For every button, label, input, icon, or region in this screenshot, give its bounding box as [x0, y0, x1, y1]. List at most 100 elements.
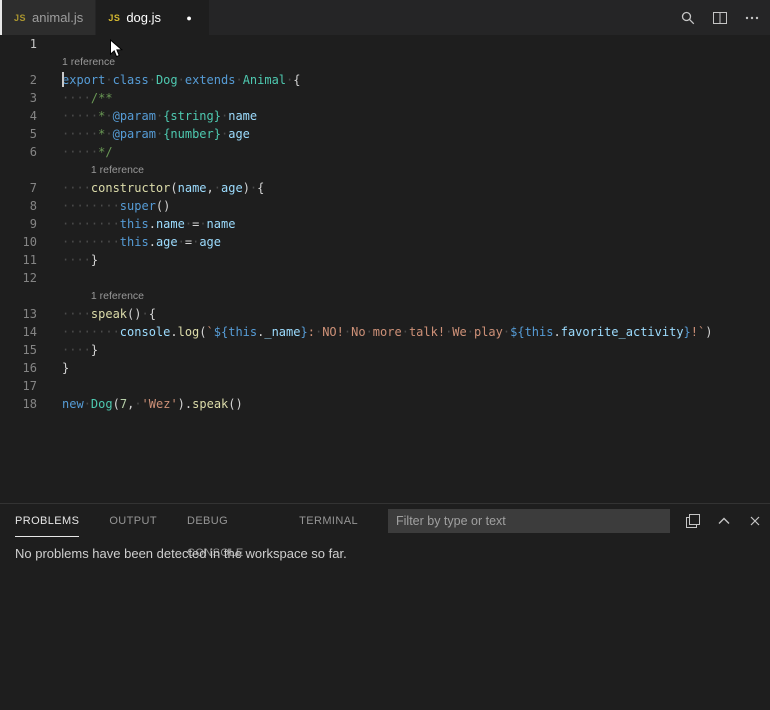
line-number[interactable]: 6 [0, 143, 37, 161]
panel-header: PROBLEMS OUTPUT DEBUG CONSOLE TERMINAL [0, 504, 770, 537]
text-cursor [62, 72, 64, 87]
code-line[interactable]: export·class·Dog·extends·Animal·{ [37, 71, 301, 89]
code-token: ···· [62, 343, 91, 357]
search-icon[interactable] [680, 10, 696, 26]
panel-tab-debug-console[interactable]: DEBUG CONSOLE [187, 505, 269, 537]
collapse-all-icon[interactable] [685, 513, 701, 529]
line-number[interactable]: 11 [0, 251, 37, 269]
code-line[interactable]: ····} [37, 341, 98, 359]
code-token: } [300, 325, 307, 339]
tab-label: dog.js [126, 10, 161, 25]
close-panel-icon[interactable] [747, 513, 763, 529]
code-line[interactable]: ·····*/ [37, 143, 113, 161]
code-token: · [105, 73, 112, 87]
window-edge-highlight [0, 0, 2, 35]
code-token: () [156, 199, 170, 213]
line-number[interactable]: 7 [0, 179, 37, 197]
code-token: !` [691, 325, 705, 339]
panel-tab-output[interactable]: OUTPUT [109, 505, 157, 537]
code-token: · [149, 73, 156, 87]
code-line[interactable]: new·Dog(7,·'Wez').speak() [37, 395, 243, 413]
code-token: ···· [62, 181, 91, 195]
line-number[interactable]: 1 [0, 35, 37, 53]
line-number[interactable]: 4 [0, 107, 37, 125]
code-line[interactable]: ········console.log(`${this._name}:·NO!·… [37, 323, 712, 341]
code-token: ( [199, 325, 206, 339]
code-editor[interactable]: 1 1 reference 2export·class·Dog·extends·An… [0, 35, 770, 503]
codelens-reference-link[interactable]: 1 reference [62, 53, 115, 71]
code-token: speak [192, 397, 228, 411]
code-token: console [120, 325, 171, 339]
problems-filter-input[interactable] [388, 509, 670, 533]
code-token: ( [113, 397, 120, 411]
code-token: · [178, 73, 185, 87]
panel-tab-problems[interactable]: PROBLEMS [15, 505, 79, 537]
code-token: _name [264, 325, 300, 339]
code-token: ····· [62, 145, 98, 159]
code-token: ····· [62, 127, 98, 141]
line-number[interactable]: 13 [0, 305, 37, 323]
maximize-panel-chevron-up-icon[interactable] [716, 513, 732, 529]
code-token: this [120, 217, 149, 231]
line-number[interactable]: 3 [0, 89, 37, 107]
line-number[interactable]: 8 [0, 197, 37, 215]
code-token: extends [185, 73, 236, 87]
line-number[interactable] [0, 53, 37, 71]
code-line[interactable] [37, 35, 62, 53]
code-line[interactable]: ····} [37, 251, 98, 269]
code-token: favorite_activity [561, 325, 684, 339]
code-line[interactable] [37, 269, 62, 287]
tab-label: animal.js [32, 10, 83, 25]
code-token: · [214, 181, 221, 195]
code-token: · [199, 217, 206, 231]
code-token: super [120, 199, 156, 213]
line-number[interactable]: 9 [0, 215, 37, 233]
code-line[interactable] [37, 377, 62, 395]
line-number[interactable]: 2 [0, 71, 37, 89]
line-number[interactable]: 12 [0, 269, 37, 287]
problems-empty-message: No problems have been detected in the wo… [0, 537, 770, 570]
code-token: . [553, 325, 560, 339]
panel-tab-terminal[interactable]: TERMINAL [299, 505, 358, 537]
code-token: We [452, 325, 466, 339]
code-token: · [402, 325, 409, 339]
code-line[interactable]: ········this.age·=·age [37, 233, 221, 251]
line-number[interactable]: 14 [0, 323, 37, 341]
line-number[interactable]: 15 [0, 341, 37, 359]
line-number[interactable]: 18 [0, 395, 37, 413]
code-token: ········ [62, 235, 120, 249]
tab-dog-js[interactable]: JS dog.js ● [96, 0, 209, 35]
code-line[interactable]: } [37, 359, 69, 377]
codelens-reference-link[interactable]: 1 reference [91, 287, 144, 305]
line-number[interactable]: 5 [0, 125, 37, 143]
line-number[interactable]: 17 [0, 377, 37, 395]
line-number[interactable]: 16 [0, 359, 37, 377]
code-token: @param [113, 127, 156, 141]
more-actions-icon[interactable] [744, 10, 760, 26]
code-token: ···· [62, 307, 91, 321]
code-rows: 1 1 reference 2export·class·Dog·extends·An… [0, 35, 770, 413]
code-token: */ [98, 145, 112, 159]
code-line[interactable]: ·····*·@param·{number}·age [37, 125, 250, 143]
code-line[interactable]: ····/** [37, 89, 113, 107]
modified-dot-icon[interactable]: ● [181, 13, 197, 23]
line-number[interactable] [0, 161, 37, 179]
panel-actions [388, 509, 770, 533]
tab-animal-js[interactable]: JS animal.js [0, 0, 96, 35]
code-line[interactable]: ·····*·@param·{string}·name [37, 107, 257, 125]
code-token: · [235, 73, 242, 87]
code-token: · [134, 397, 141, 411]
code-token: { [149, 307, 156, 321]
code-line[interactable]: ····speak()·{ [37, 305, 156, 323]
code-token: } [91, 253, 98, 267]
split-editor-icon[interactable] [712, 10, 728, 26]
code-token: } [62, 361, 69, 375]
code-token: ····· [62, 109, 98, 123]
code-line[interactable]: ····constructor(name,·age)·{ [37, 179, 264, 197]
line-number[interactable] [0, 287, 37, 305]
code-token: age [228, 127, 250, 141]
line-number[interactable]: 10 [0, 233, 37, 251]
codelens-reference-link[interactable]: 1 reference [91, 161, 144, 179]
code-line[interactable]: ········this.name·=·name [37, 215, 235, 233]
code-line[interactable]: ········super() [37, 197, 170, 215]
